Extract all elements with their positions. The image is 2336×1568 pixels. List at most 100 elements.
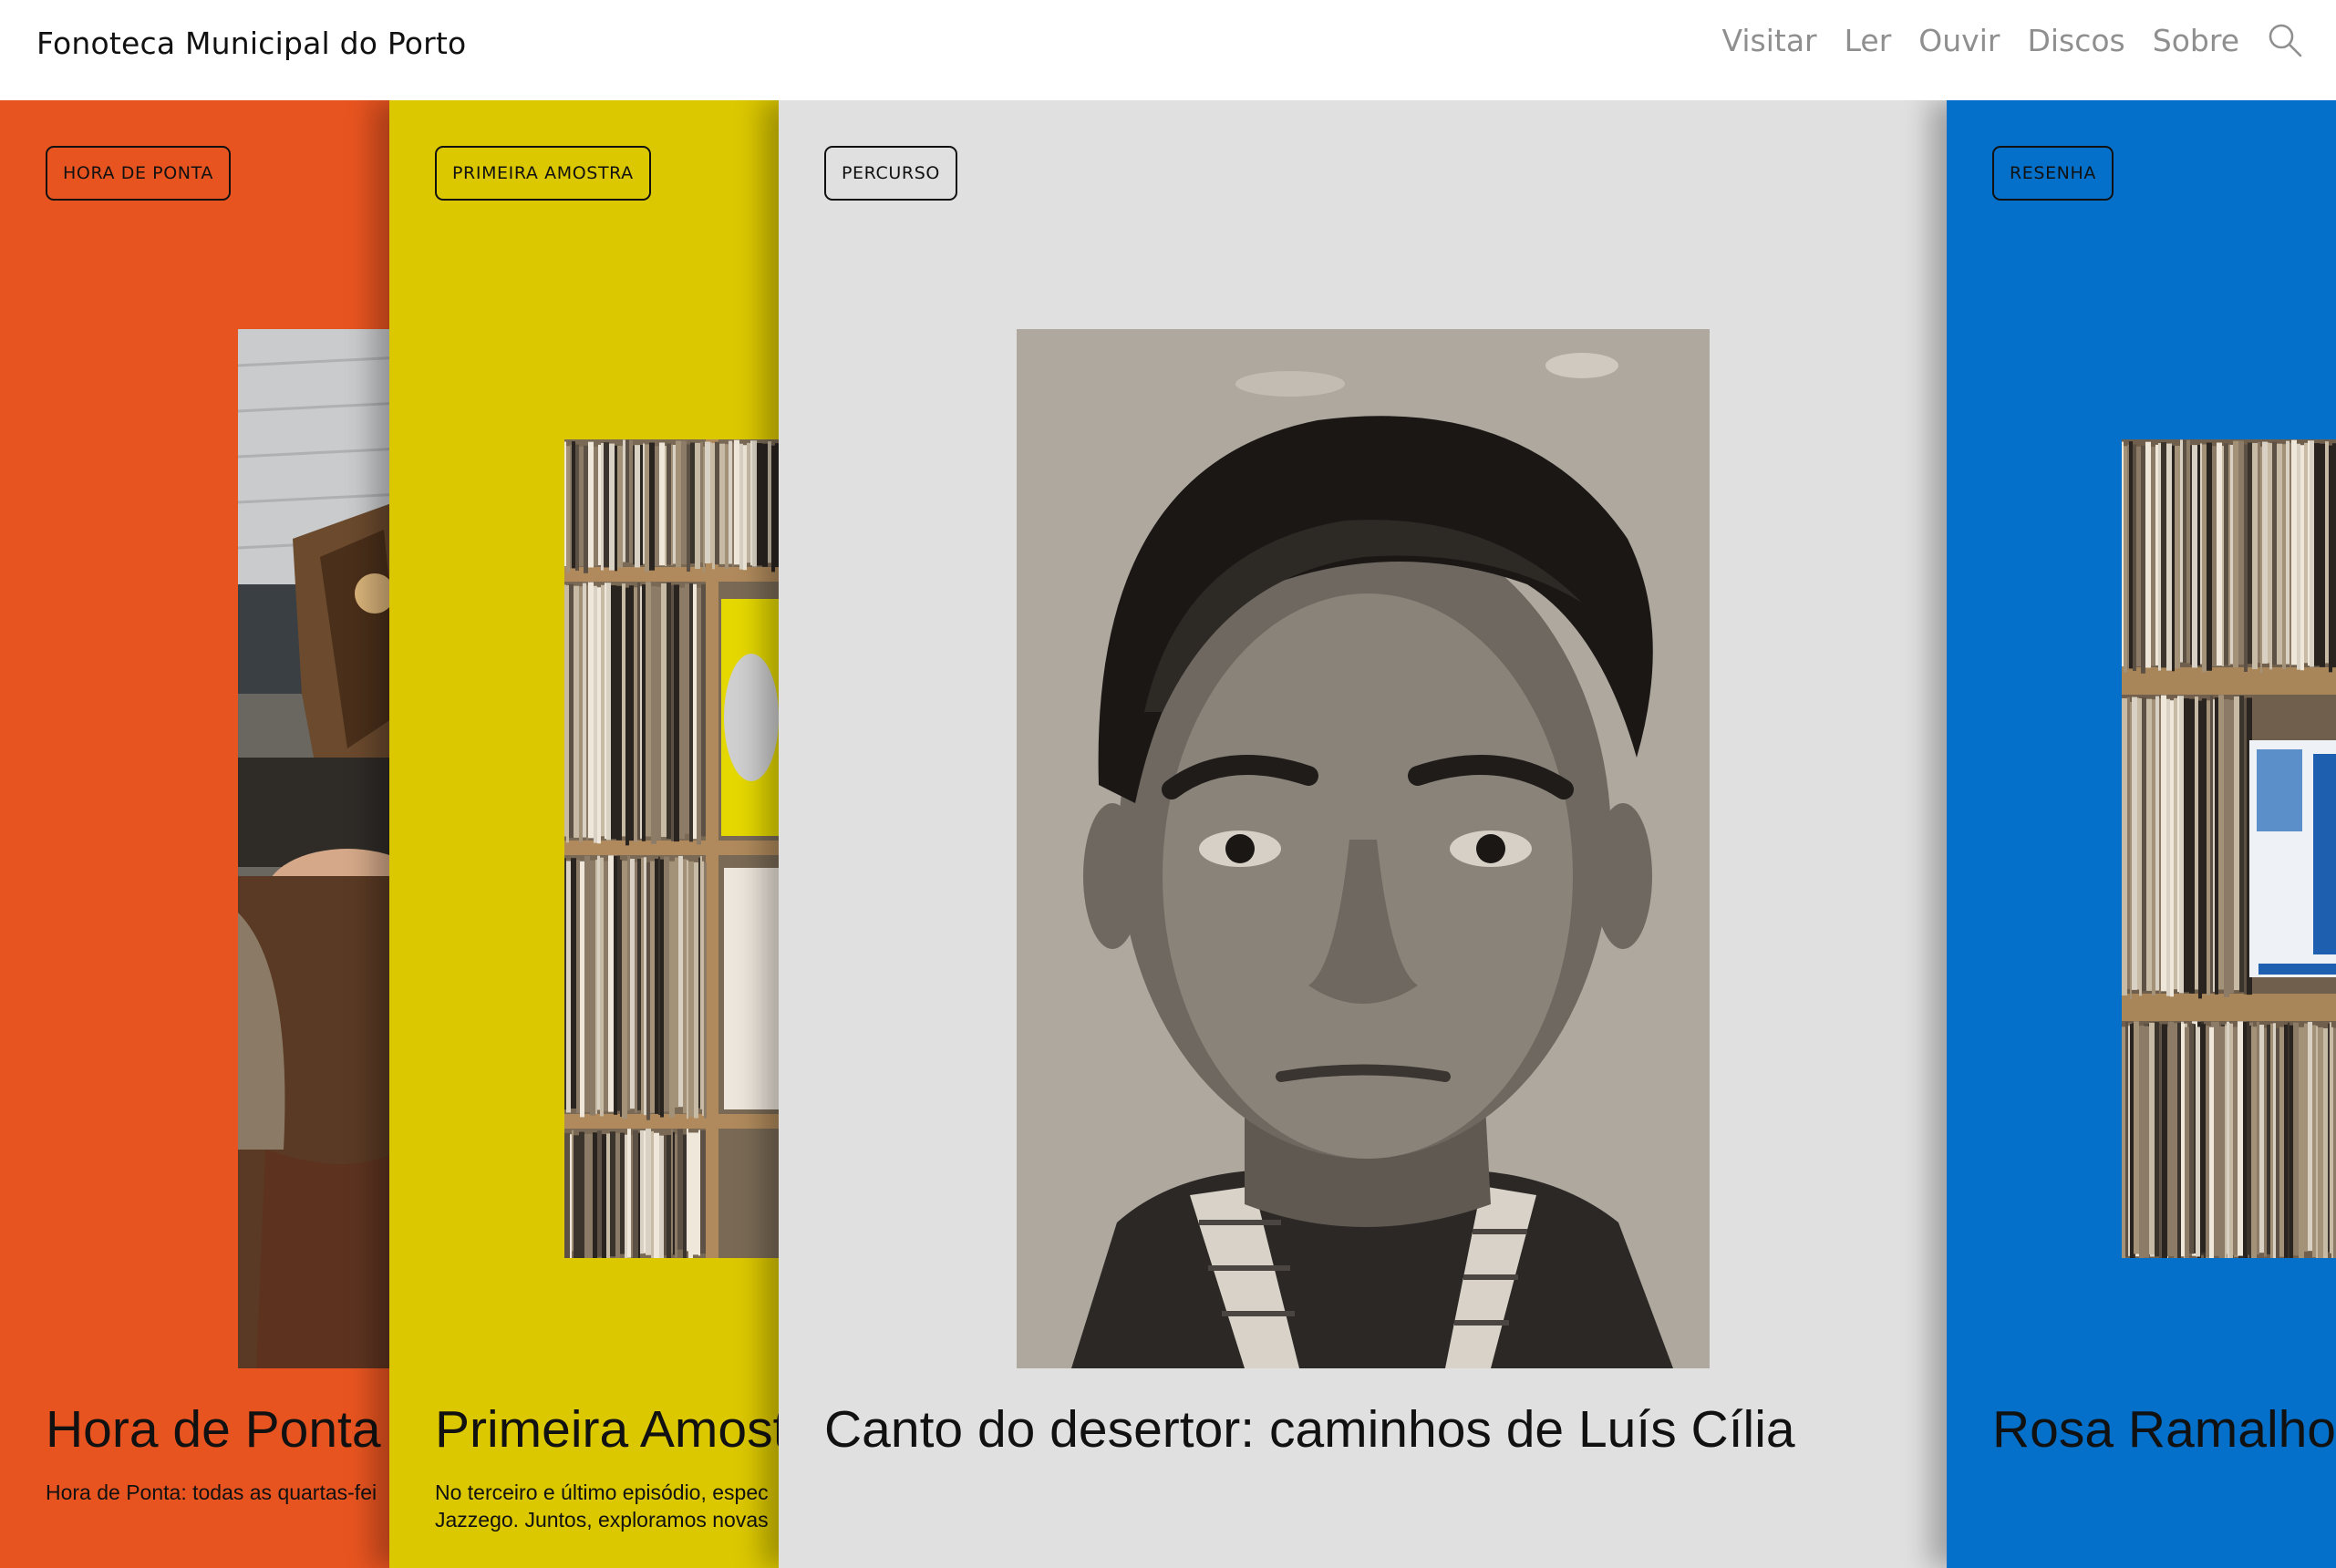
record-spine <box>629 439 633 563</box>
record-spine <box>615 445 617 572</box>
card-title[interactable]: Primeira Amostra <box>435 1399 779 1460</box>
record-spine <box>2325 441 2329 664</box>
nav-item-ouvir[interactable]: Ouvir <box>1918 23 2000 58</box>
record-spine <box>2277 443 2282 665</box>
record-spine <box>566 585 569 843</box>
record-spine <box>644 857 646 1116</box>
record-spine <box>646 582 651 837</box>
card-tag[interactable]: PRIMEIRA AMOSTRA <box>435 146 651 201</box>
record-spine <box>719 443 725 564</box>
record-spine <box>701 583 706 837</box>
record-spine <box>2189 1023 2194 1254</box>
record-spine <box>580 861 584 1118</box>
card-title[interactable]: Rosa Ramalho e <box>1992 1399 2336 1460</box>
record-spine <box>605 583 606 840</box>
portrait-photo[interactable] <box>1017 329 1710 1368</box>
record-spine <box>690 442 695 564</box>
record-spine <box>2284 1024 2288 1258</box>
record-spine <box>590 860 595 1116</box>
record-shelves-photo[interactable] <box>2122 439 2336 1258</box>
search-icon[interactable] <box>2267 22 2303 58</box>
record-spine <box>771 445 775 573</box>
record-spine <box>564 441 566 567</box>
record-spine <box>564 584 566 837</box>
record-spine <box>700 1130 706 1254</box>
record-spine <box>2268 442 2269 664</box>
record-spine <box>2262 441 2268 664</box>
record-spine <box>688 861 694 1118</box>
record-spine <box>633 1130 638 1258</box>
record-spine <box>700 856 702 1109</box>
record-spine <box>570 1134 572 1258</box>
record-spine <box>2212 446 2217 666</box>
record-spine <box>2289 1025 2293 1258</box>
card-tag[interactable]: PERCURSO <box>824 146 957 201</box>
record-spine <box>752 440 757 567</box>
record-spine <box>651 1130 654 1258</box>
card-primeira-amostra[interactable]: PRIMEIRA AMOSTRA Primeira Amostra No ter… <box>389 100 779 1568</box>
record-spine <box>667 1135 671 1258</box>
record-spine <box>2331 1026 2333 1258</box>
record-spine <box>2185 1026 2189 1258</box>
record-spine <box>571 858 576 1109</box>
nav-item-ler[interactable]: Ler <box>1845 23 1892 58</box>
record-spine <box>630 859 635 1109</box>
record-spine <box>2243 1022 2247 1258</box>
record-spine <box>725 444 729 569</box>
record-spine <box>614 856 617 1115</box>
record-spine <box>2195 696 2198 990</box>
card-title[interactable]: Hora de Ponta | <box>46 1399 408 1460</box>
record-spine <box>645 444 649 573</box>
record-spine <box>732 442 734 567</box>
record-spine <box>2166 443 2172 671</box>
record-spine <box>650 861 655 1113</box>
record-spine <box>695 442 700 570</box>
nav-item-discos[interactable]: Discos <box>2027 23 2124 58</box>
record-spine <box>703 446 705 573</box>
card-tag[interactable]: RESENHA <box>1992 146 2114 201</box>
nav-item-visitar[interactable]: Visitar <box>1722 23 1817 58</box>
record-spine <box>667 443 671 565</box>
record-spine <box>2177 696 2179 993</box>
record-spine <box>677 1129 683 1250</box>
record-spine <box>676 440 681 568</box>
record-spine <box>757 443 762 566</box>
record-spine <box>643 443 645 564</box>
record-spine <box>615 1133 620 1258</box>
card-tag[interactable]: HORA DE PONTA <box>46 146 231 201</box>
record-spine <box>588 441 594 568</box>
record-spine <box>694 861 698 1119</box>
record-spine <box>2180 439 2183 663</box>
record-spine <box>2320 443 2325 667</box>
record-spine <box>2289 442 2291 667</box>
record-spine <box>579 586 583 842</box>
record-spine <box>2189 698 2195 994</box>
record-shelves-photo[interactable] <box>564 439 779 1258</box>
record-spine <box>588 582 594 839</box>
record-spine <box>2222 446 2224 666</box>
record-spine <box>627 1129 631 1258</box>
record-spine <box>2162 1024 2167 1258</box>
record-spine <box>625 439 629 562</box>
card-resenha[interactable]: RESENHA Rosa Ramalho e <box>1947 100 2336 1568</box>
record-spine <box>584 445 588 573</box>
record-spine <box>2161 695 2166 992</box>
record-spine <box>649 442 655 571</box>
record-spine <box>629 585 634 841</box>
record-spine <box>693 1132 698 1255</box>
record-spine <box>698 1130 700 1256</box>
description-line: No terceiro e último episódio, espec <box>435 1480 769 1504</box>
site-logo[interactable]: Fonoteca Municipal do Porto <box>36 26 466 61</box>
record-spine <box>2323 1027 2328 1258</box>
card-title[interactable]: Canto do desertor: caminhos de Luís Cíli… <box>824 1399 1795 1460</box>
record-spine <box>2129 441 2133 669</box>
record-spine <box>640 444 643 566</box>
record-spine <box>2234 696 2239 991</box>
record-spine <box>608 855 614 1112</box>
record-spine <box>2155 444 2158 665</box>
card-hora-de-ponta[interactable]: HORA DE PONTA Hora de Ponta | Hora de Po… <box>0 100 419 1568</box>
record-spine <box>595 860 597 1114</box>
nav-item-sobre[interactable]: Sobre <box>2153 23 2239 58</box>
card-percurso[interactable]: PERCURSO Canto do desertor: caminhos de … <box>779 100 1947 1568</box>
record-spine <box>659 1135 664 1258</box>
